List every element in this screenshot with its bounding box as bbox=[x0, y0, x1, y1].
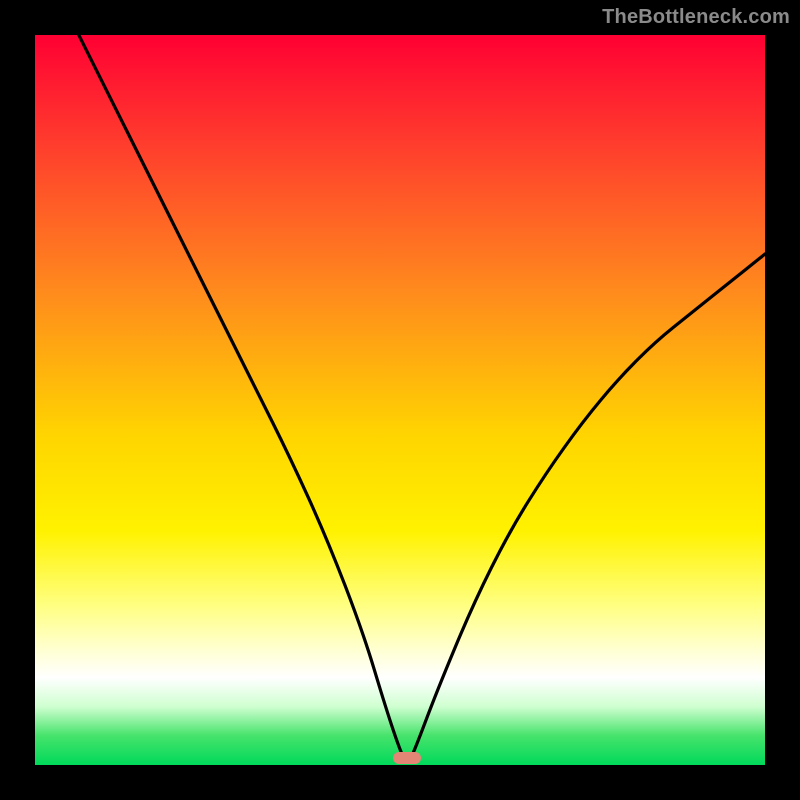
curve-svg bbox=[35, 35, 765, 765]
optimum-marker bbox=[393, 752, 421, 764]
watermark-text: TheBottleneck.com bbox=[602, 6, 790, 29]
plot-area bbox=[35, 35, 765, 765]
bottleneck-curve bbox=[79, 35, 765, 761]
chart-container: TheBottleneck.com bbox=[0, 0, 800, 800]
